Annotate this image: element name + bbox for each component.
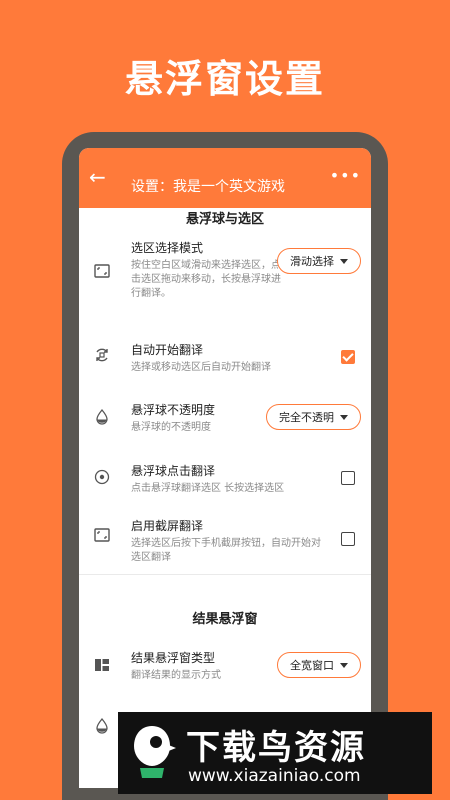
tap-translate-checkbox[interactable]: [341, 471, 355, 485]
screenshot-translate-checkbox[interactable]: [341, 532, 355, 546]
screenshot-crop-icon: [93, 526, 111, 544]
back-arrow-icon[interactable]: ←: [89, 166, 106, 188]
section-header-result-window: 结果悬浮窗: [192, 612, 258, 627]
setting-auto-translate[interactable]: 自动开始翻译 选择或移动选区后自动开始翻译: [79, 342, 371, 378]
dropdown-value: 全宽窗口: [290, 659, 334, 672]
caret-down-icon: [340, 414, 348, 420]
setting-screenshot-translate[interactable]: 启用截屏翻译 选择选区后按下手机截屏按钮，自动开始对选区翻译: [79, 518, 371, 568]
settings-list[interactable]: 悬浮球与选区 选区选择模式 按住空白区域滑动来选择选区，点击选区拖动来移动，长按…: [79, 208, 371, 788]
setting-ball-opacity[interactable]: 悬浮球不透明度 悬浮球的不透明度 完全不透明: [79, 402, 371, 438]
setting-label: 启用截屏翻译: [131, 519, 204, 533]
dropdown-value: 滑动选择: [290, 255, 334, 268]
banner-name: 下载鸟资源: [186, 728, 366, 768]
caret-down-icon: [340, 258, 348, 264]
auto-rotate-icon: [93, 346, 111, 364]
target-icon: [93, 468, 111, 486]
setting-description: 点击悬浮球翻译选区 长按选择选区: [131, 483, 285, 494]
setting-description: 翻译结果的显示方式: [131, 670, 221, 681]
opacity-drop-icon: [93, 408, 111, 426]
result-window-type-dropdown[interactable]: 全宽窗口: [277, 652, 361, 678]
setting-description: 选择选区后按下手机截屏按钮，自动开始对选区翻译: [131, 538, 321, 563]
setting-description: 按住空白区域滑动来选择选区，点击选区拖动来移动，长按悬浮球进行翻译。: [131, 260, 281, 299]
opacity-dropdown[interactable]: 完全不透明: [266, 404, 361, 430]
section-divider: [79, 574, 371, 575]
selection-mode-dropdown[interactable]: 滑动选择: [277, 248, 361, 274]
promo-headline: 悬浮窗设置: [124, 57, 325, 101]
watermark-banner: 下载鸟资源 www.xiazainiao.com: [118, 712, 432, 794]
setting-label: 悬浮球不透明度: [131, 403, 216, 417]
setting-description: 选择或移动选区后自动开始翻译: [131, 362, 271, 373]
banner-url: www.xiazainiao.com: [188, 766, 361, 786]
bird-logo-icon: [134, 726, 176, 778]
dropdown-value: 完全不透明: [279, 411, 334, 424]
setting-description: 悬浮球的不透明度: [131, 422, 211, 433]
more-options-icon[interactable]: •••: [330, 166, 361, 185]
section-header-floating-ball: 悬浮球与选区: [185, 212, 264, 227]
window-grid-icon: [93, 656, 111, 674]
setting-tap-translate[interactable]: 悬浮球点击翻译 点击悬浮球翻译选区 长按选择选区: [79, 463, 371, 499]
crop-icon: [93, 262, 111, 280]
setting-label: 悬浮球点击翻译: [131, 464, 216, 478]
app-bar-title: 设置：我是一个英文游戏: [131, 179, 285, 195]
app-bar: ← 设置：我是一个英文游戏 •••: [79, 148, 371, 208]
phone-screen: ← 设置：我是一个英文游戏 ••• 悬浮球与选区 选区选择模式 按住空白区域滑动…: [79, 148, 371, 788]
setting-label: 自动开始翻译: [131, 343, 204, 357]
setting-label: 结果悬浮窗类型: [131, 651, 216, 665]
auto-translate-checkbox[interactable]: [341, 350, 355, 364]
setting-selection-mode[interactable]: 选区选择模式 按住空白区域滑动来选择选区，点击选区拖动来移动，长按悬浮球进行翻译…: [79, 240, 371, 320]
caret-down-icon: [340, 662, 348, 668]
setting-result-window-type[interactable]: 结果悬浮窗类型 翻译结果的显示方式 全宽窗口: [79, 650, 371, 686]
opacity-drop-icon: [93, 717, 111, 735]
setting-label: 选区选择模式: [131, 241, 204, 255]
